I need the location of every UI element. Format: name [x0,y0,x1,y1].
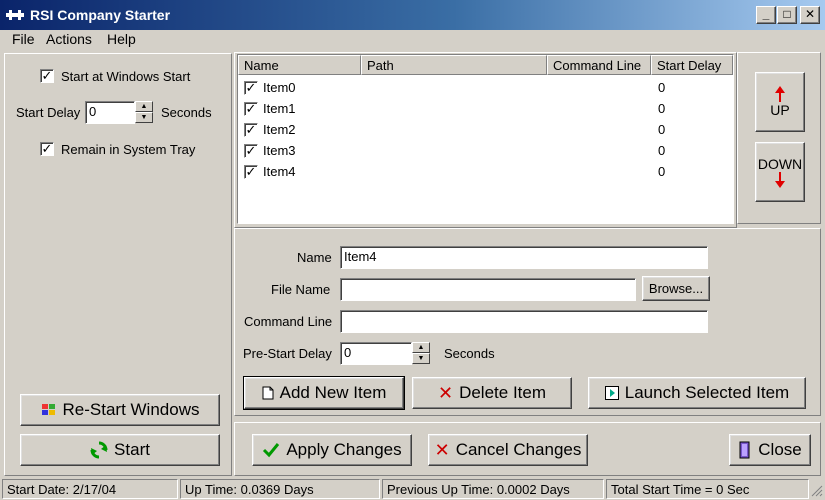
spin-up-icon[interactable]: ▲ [412,342,430,353]
menu-actions[interactable]: Actions [46,31,92,47]
column-path[interactable]: Path [361,55,547,75]
move-down-label: DOWN [757,156,803,172]
pre-start-delay-spinner[interactable]: ▲ ▼ [412,342,430,364]
browse-button[interactable]: Browse... [642,276,710,301]
spin-down-icon[interactable]: ▼ [412,353,430,364]
restart-windows-button[interactable]: Re-Start Windows [20,394,220,426]
row-name: Item4 [263,164,296,179]
start-delay-input[interactable]: 0 [85,101,135,124]
row-checkbox[interactable]: ✓ [244,81,258,95]
minimize-button[interactable]: _ [756,6,776,24]
row-name: Item1 [263,101,296,116]
start-delay-unit: Seconds [161,105,212,120]
windows-flag-icon [41,404,55,415]
spin-down-icon[interactable]: ▼ [135,112,153,123]
move-up-button[interactable]: UP [755,72,805,132]
door-exit-icon [739,441,750,459]
file-name-label: File Name [271,282,331,297]
row-delay: 0 [658,143,666,158]
close-button[interactable]: Close [729,434,811,466]
row-checkbox[interactable]: ✓ [244,144,258,158]
remain-tray-checkbox[interactable]: ✓ [40,142,54,156]
list-row[interactable]: ✓ Item3 0 [238,140,733,161]
command-line-label: Command Line [244,314,333,329]
status-up-time: Up Time: 0.0369 Days [180,479,380,499]
row-name: Item0 [263,80,296,95]
arrow-down-icon [775,172,785,188]
menu-file[interactable]: File [12,31,35,47]
pre-start-delay-unit: Seconds [444,346,495,361]
delete-item-button[interactable]: ✕ Delete Item [412,377,572,409]
status-start-date: Start Date: 2/17/04 [2,479,178,499]
cancel-x-icon: ✕ [434,439,450,460]
row-name: Item3 [263,143,296,158]
row-checkbox[interactable]: ✓ [244,123,258,137]
resize-grip-icon[interactable] [810,484,823,497]
pre-start-delay-label: Pre-Start Delay [243,346,332,361]
launch-icon [604,386,619,400]
launch-selected-item-label: Launch Selected Item [624,383,790,402]
column-command-line[interactable]: Command Line [547,55,651,75]
row-checkbox[interactable]: ✓ [244,102,258,116]
refresh-icon [90,441,108,459]
start-delay-spinner[interactable]: ▲ ▼ [135,101,153,123]
check-icon [263,443,280,458]
list-row[interactable]: ✓ Item2 0 [238,119,733,140]
pre-start-delay-input[interactable]: 0 [340,342,412,365]
list-row[interactable]: ✓ Item0 0 [238,77,733,98]
command-line-input[interactable] [340,310,708,333]
menu-help[interactable]: Help [107,31,136,47]
column-start-delay[interactable]: Start Delay [651,55,733,75]
move-down-button[interactable]: DOWN [755,142,805,202]
row-delay: 0 [658,164,666,179]
name-label: Name [297,250,332,265]
start-at-windows-checkbox[interactable]: ✓ [40,69,54,83]
row-delay: 0 [658,80,666,95]
add-new-item-button[interactable]: Add New Item [243,376,405,410]
row-delay: 0 [658,101,666,116]
delete-x-icon: ✕ [437,382,454,403]
apply-changes-label: Apply Changes [286,440,402,459]
delete-item-label: Delete Item [459,383,547,402]
items-listview[interactable]: Name Path Command Line Start Delay ✓ Ite… [237,54,734,224]
start-delay-label: Start Delay [16,105,81,120]
add-new-item-label: Add New Item [279,383,387,402]
apply-changes-button[interactable]: Apply Changes [252,434,412,466]
column-name[interactable]: Name [238,55,361,75]
restart-windows-label: Re-Start Windows [62,400,200,419]
remain-tray-label: Remain in System Tray [61,142,196,157]
status-total-start-time: Total Start Time = 0 Sec [606,479,809,499]
move-up-label: UP [770,102,790,118]
new-document-icon [262,386,274,400]
list-row[interactable]: ✓ Item4 0 [238,161,733,182]
maximize-button[interactable]: □ [777,6,797,24]
launch-selected-item-button[interactable]: Launch Selected Item [588,377,806,409]
start-at-windows-label: Start at Windows Start [61,69,191,84]
close-window-button[interactable]: ✕ [800,6,820,24]
browse-label: Browse... [648,281,704,296]
name-input[interactable]: Item4 [340,246,708,269]
title-bar[interactable]: RSI Company Starter _ □ ✕ [0,0,825,30]
start-label: Start [114,440,150,459]
row-delay: 0 [658,122,666,137]
row-name: Item2 [263,122,296,137]
start-button[interactable]: Start [20,434,220,466]
window-title: RSI Company Starter [30,7,171,23]
list-row[interactable]: ✓ Item1 0 [238,98,733,119]
spin-up-icon[interactable]: ▲ [135,101,153,112]
row-checkbox[interactable]: ✓ [244,165,258,179]
close-label: Close [758,440,802,459]
arrow-up-icon [775,86,785,102]
cancel-changes-label: Cancel Changes [455,440,582,459]
status-previous-up-time: Previous Up Time: 0.0002 Days [382,479,604,499]
file-name-input[interactable] [340,278,636,301]
app-icon [6,10,24,20]
cancel-changes-button[interactable]: ✕ Cancel Changes [428,434,588,466]
